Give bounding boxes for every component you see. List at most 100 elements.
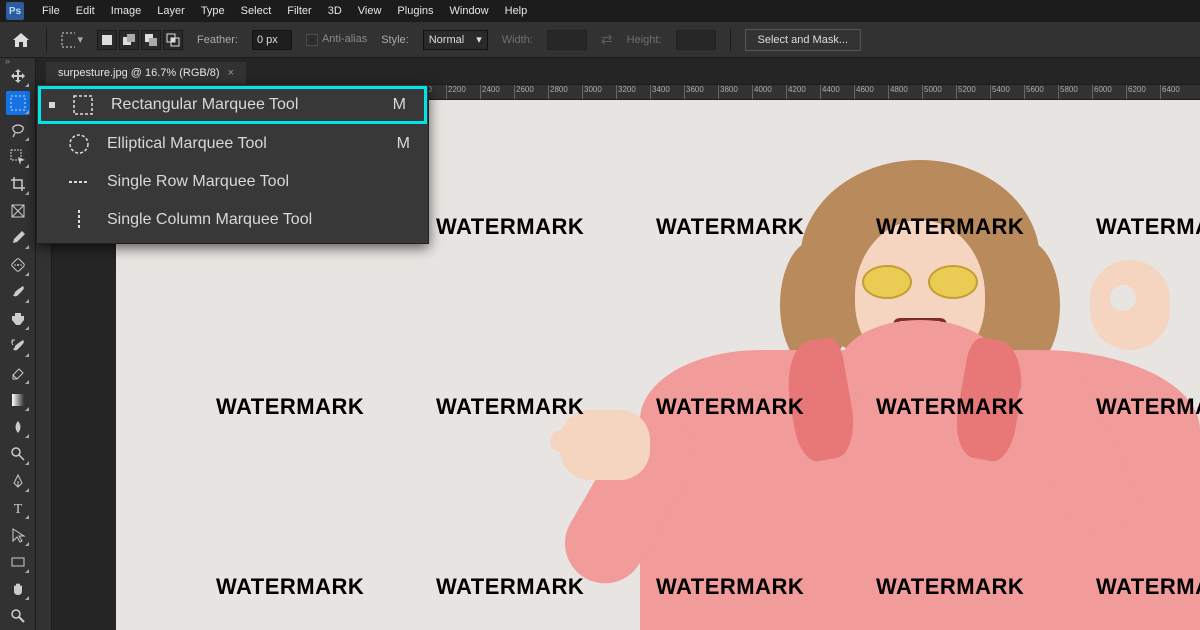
ruler-tick: 6000 <box>1092 85 1112 99</box>
tool-move[interactable] <box>6 64 30 88</box>
tool-lasso[interactable] <box>6 118 30 142</box>
menubar: Ps File Edit Image Layer Type Select Fil… <box>0 0 1200 22</box>
flyout-item-elliptical[interactable]: Elliptical Marquee Tool M <box>37 125 428 163</box>
tool-brush[interactable] <box>6 280 30 304</box>
tool-frame[interactable] <box>6 199 30 223</box>
tool-eyedropper[interactable] <box>6 226 30 250</box>
watermark-text: WATERMARK <box>1096 574 1200 600</box>
selection-intersect[interactable] <box>163 30 183 50</box>
watermark-text: WATERMARK <box>656 214 804 240</box>
ruler-tick: 4600 <box>854 85 874 99</box>
ruler-tick: 5800 <box>1058 85 1078 99</box>
toolbar: T <box>0 58 36 630</box>
ruler-tick: 5400 <box>990 85 1010 99</box>
tool-eraser[interactable] <box>6 361 30 385</box>
style-label: Style: <box>381 34 409 46</box>
menu-plugins[interactable]: Plugins <box>389 2 441 20</box>
menu-3d[interactable]: 3D <box>320 2 350 20</box>
ruler-tick: 6400 <box>1160 85 1180 99</box>
menu-help[interactable]: Help <box>497 2 536 20</box>
selected-indicator <box>49 102 55 108</box>
watermark-text: WATERMARK <box>436 394 584 420</box>
close-icon[interactable]: × <box>228 67 234 79</box>
height-input <box>676 30 716 50</box>
tool-dodge[interactable] <box>6 442 30 466</box>
options-bar: ▾ Feather: Anti-alias Style: Normal▾ Wid… <box>0 22 1200 58</box>
antialias-checkbox: Anti-alias <box>306 33 367 45</box>
feather-label: Feather: <box>197 34 238 46</box>
flyout-label: Single Column Marquee Tool <box>107 211 394 229</box>
rectangular-marquee-icon <box>71 93 95 117</box>
watermark-text: WATERMARK <box>436 574 584 600</box>
watermark-text: WATERMARK <box>876 574 1024 600</box>
tool-gradient[interactable] <box>6 388 30 412</box>
selection-mode-buttons <box>97 30 183 50</box>
ruler-tick: 2200 <box>446 85 466 99</box>
ruler-tick: 2600 <box>514 85 534 99</box>
menu-filter[interactable]: Filter <box>279 2 319 20</box>
tool-rectangle[interactable] <box>6 550 30 574</box>
watermark-text: WATERMARK <box>216 394 364 420</box>
width-input <box>547 30 587 50</box>
menu-select[interactable]: Select <box>233 2 280 20</box>
selection-add[interactable] <box>119 30 139 50</box>
elliptical-marquee-icon <box>67 132 91 156</box>
tool-heal[interactable] <box>6 253 30 277</box>
feather-input[interactable] <box>252 30 292 50</box>
document-tab-title: surpesture.jpg @ 16.7% (RGB/8) <box>58 67 220 79</box>
tool-path-select[interactable] <box>6 523 30 547</box>
menu-view[interactable]: View <box>350 2 390 20</box>
tool-history-brush[interactable] <box>6 334 30 358</box>
ruler-tick: 4000 <box>752 85 772 99</box>
menu-type[interactable]: Type <box>193 2 233 20</box>
tool-blur[interactable] <box>6 415 30 439</box>
watermark-text: WATERMARK <box>656 394 804 420</box>
ruler-tick: 3600 <box>684 85 704 99</box>
home-icon[interactable] <box>10 29 32 51</box>
flyout-item-single-column[interactable]: Single Column Marquee Tool <box>37 201 428 239</box>
tool-marquee[interactable] <box>6 91 30 115</box>
flyout-item-single-row[interactable]: Single Row Marquee Tool <box>37 163 428 201</box>
tool-type[interactable]: T <box>6 496 30 520</box>
tool-crop[interactable] <box>6 172 30 196</box>
photoshop-logo[interactable]: Ps <box>6 2 24 20</box>
menu-file[interactable]: File <box>34 2 68 20</box>
tool-clone[interactable] <box>6 307 30 331</box>
ruler-tick: 3200 <box>616 85 636 99</box>
swap-icon: ⇄ <box>601 31 613 48</box>
menu-image[interactable]: Image <box>103 2 150 20</box>
svg-text:T: T <box>13 502 22 516</box>
selection-subtract[interactable] <box>141 30 161 50</box>
tool-zoom[interactable] <box>6 604 30 628</box>
ruler-tick: 5200 <box>956 85 976 99</box>
selection-new[interactable] <box>97 30 117 50</box>
ruler-tick: 2400 <box>480 85 500 99</box>
tool-hand[interactable] <box>6 577 30 601</box>
ruler-tick: 4200 <box>786 85 806 99</box>
ruler-tick: 5000 <box>922 85 942 99</box>
ruler-tick: 3800 <box>718 85 738 99</box>
single-row-marquee-icon <box>67 170 91 194</box>
watermark-text: WATERMARK <box>876 214 1024 240</box>
watermark-text: WATERMARK <box>1096 394 1200 420</box>
menu-layer[interactable]: Layer <box>149 2 193 20</box>
watermark-text: WATERMARK <box>436 214 584 240</box>
tool-object-select[interactable] <box>6 145 30 169</box>
watermark-text: WATERMARK <box>1096 214 1200 240</box>
flyout-shortcut: M <box>393 96 406 114</box>
menu-window[interactable]: Window <box>442 2 497 20</box>
flyout-label: Single Row Marquee Tool <box>107 173 394 191</box>
current-tool-icon[interactable]: ▾ <box>61 29 83 51</box>
watermark-text: WATERMARK <box>656 574 804 600</box>
ruler-tick: 4800 <box>888 85 908 99</box>
menu-edit[interactable]: Edit <box>68 2 103 20</box>
watermark-text: WATERMARK <box>216 574 364 600</box>
tool-pen[interactable] <box>6 469 30 493</box>
ruler-tick: 4400 <box>820 85 840 99</box>
flyout-shortcut: M <box>397 135 410 153</box>
flyout-item-rectangular[interactable]: Rectangular Marquee Tool M <box>38 86 427 124</box>
select-and-mask-button[interactable]: Select and Mask... <box>745 29 862 51</box>
single-column-marquee-icon <box>67 208 91 232</box>
document-tab[interactable]: surpesture.jpg @ 16.7% (RGB/8) × <box>46 62 246 84</box>
style-dropdown[interactable]: Normal▾ <box>423 30 488 50</box>
